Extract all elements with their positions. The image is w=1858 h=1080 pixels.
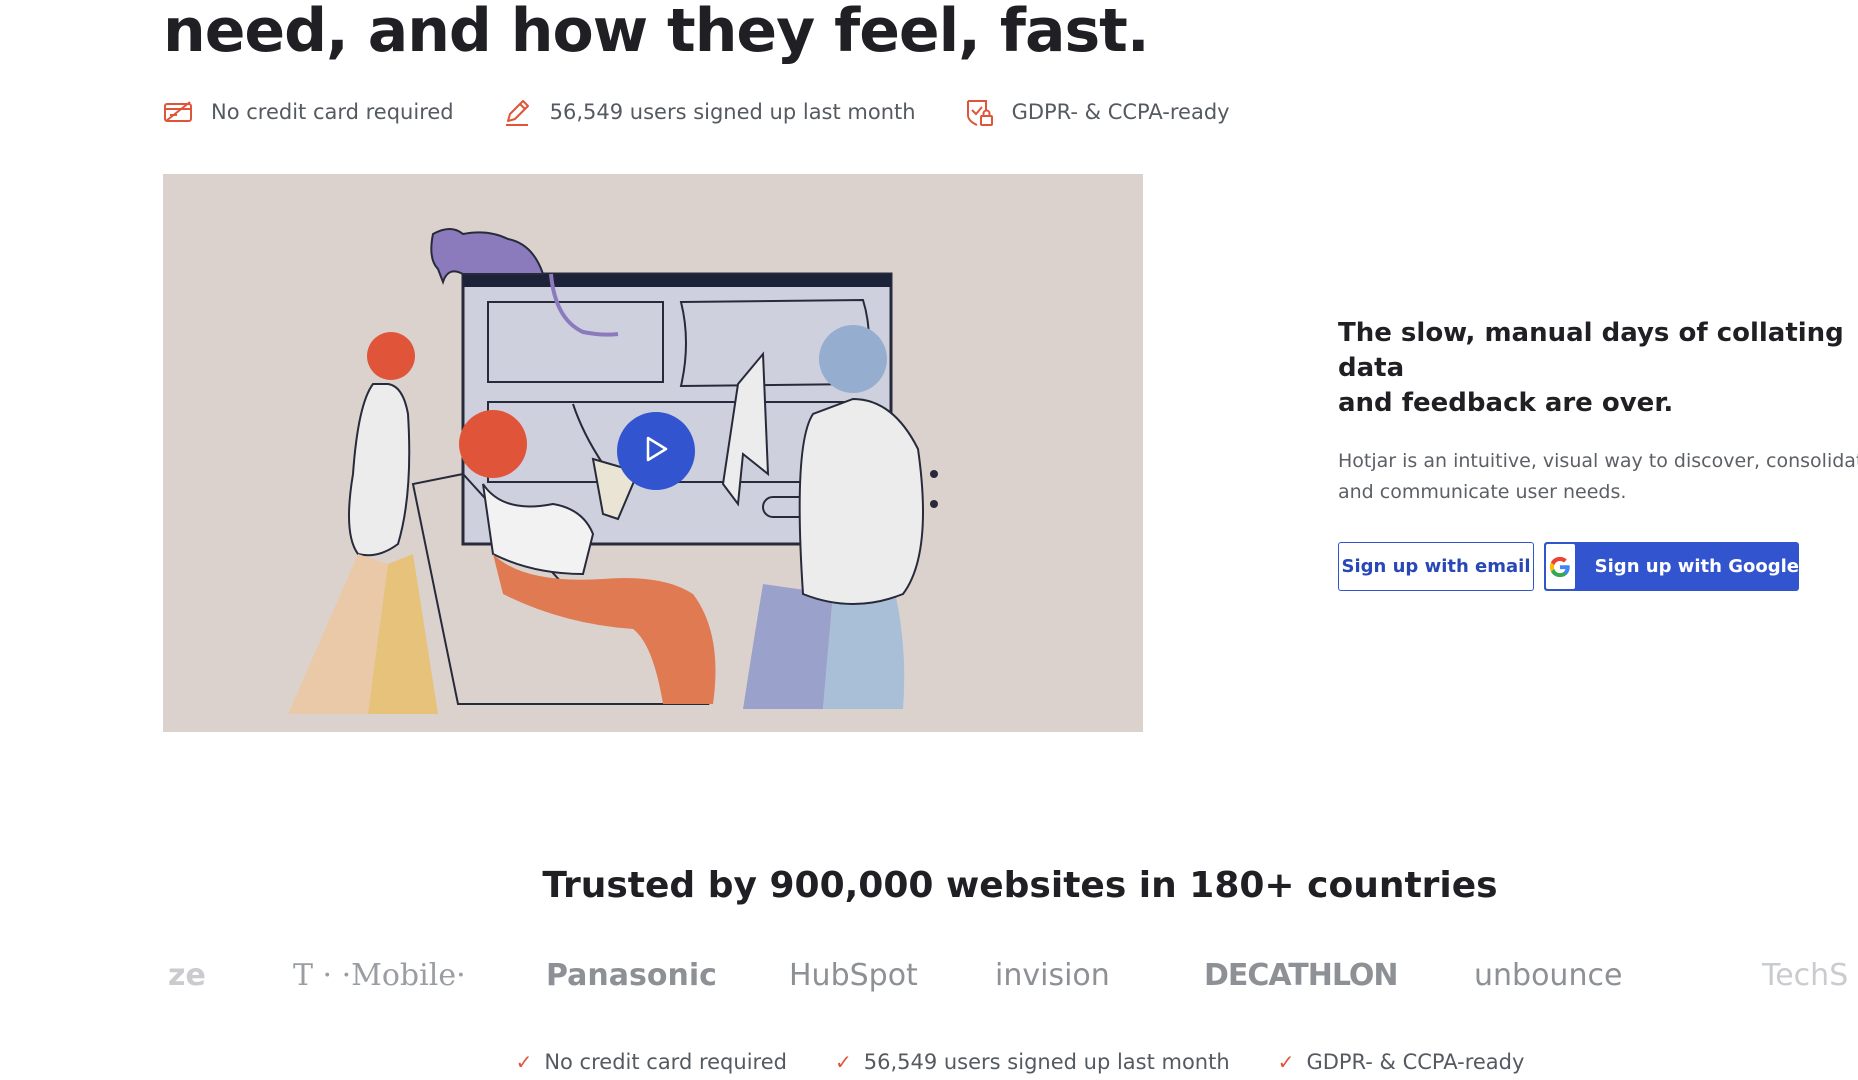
sign-up-google-button[interactable]: Sign up with Google	[1544, 542, 1799, 591]
sign-up-google-label: Sign up with Google	[1594, 556, 1799, 577]
video-play-button[interactable]	[617, 412, 695, 490]
customer-logo-strip: ze T · ·Mobile· Panasonic HubSpot invisi…	[0, 950, 1858, 1010]
logo-invision: invision	[995, 958, 1110, 993]
side-title: The slow, manual days of collating data …	[1338, 316, 1858, 421]
badge-label: GDPR- & CCPA-ready	[1011, 100, 1230, 124]
badge-no-credit-card: No credit card required	[163, 97, 454, 127]
side-subtitle-line: and communicate user needs.	[1338, 481, 1627, 503]
pencil-icon	[502, 97, 532, 127]
footer-badge-label: No credit card required	[544, 1050, 787, 1074]
logo-t-mobile: T · ·Mobile·	[293, 958, 466, 993]
google-icon	[1546, 544, 1575, 589]
footer-badges: ✓ No credit card required ✓ 56,549 users…	[0, 1050, 1858, 1074]
check-icon: ✓	[1277, 1050, 1295, 1074]
footer-badge: ✓ GDPR- & CCPA-ready	[1278, 1050, 1525, 1074]
side-subtitle: Hotjar is an intuitive, visual way to di…	[1338, 446, 1858, 508]
badge-gdpr: GDPR- & CCPA-ready	[964, 97, 1230, 127]
hero-headline: need, and how they feel, fast.	[163, 0, 1150, 66]
play-icon	[643, 435, 669, 467]
side-subtitle-line: Hotjar is an intuitive, visual way to di…	[1338, 450, 1858, 472]
hero-video[interactable]	[163, 174, 1143, 732]
signup-buttons: Sign up with email Sign up with Google	[1338, 542, 1799, 591]
credit-card-slash-icon	[163, 97, 193, 127]
footer-badge-label: GDPR- & CCPA-ready	[1306, 1050, 1525, 1074]
logo-unbounce: unbounce	[1474, 958, 1623, 993]
logo-partial-left: ze	[168, 958, 206, 993]
badge-label: 56,549 users signed up last month	[549, 100, 916, 124]
side-copy: The slow, manual days of collating data …	[1338, 316, 1858, 508]
logo-hubspot: HubSpot	[789, 958, 918, 993]
footer-badge: ✓ 56,549 users signed up last month	[835, 1050, 1230, 1074]
trusted-title: Trusted by 900,000 websites in 180+ coun…	[542, 865, 1498, 906]
shield-lock-icon	[964, 97, 994, 127]
side-title-line: and feedback are over.	[1338, 388, 1674, 418]
logo-panasonic: Panasonic	[546, 958, 717, 993]
check-icon: ✓	[515, 1050, 533, 1074]
badge-users-signed-up: 56,549 users signed up last month	[502, 97, 916, 127]
check-icon: ✓	[834, 1050, 852, 1074]
logo-partial-right: TechS	[1762, 958, 1849, 993]
hero-badges: No credit card required 56,549 users sig…	[163, 95, 1278, 129]
footer-badge-label: 56,549 users signed up last month	[863, 1050, 1230, 1074]
logo-decathlon: DECATHLON	[1204, 958, 1399, 993]
sign-up-email-button[interactable]: Sign up with email	[1338, 542, 1534, 591]
side-title-line: The slow, manual days of collating data	[1338, 318, 1844, 383]
badge-label: No credit card required	[211, 100, 454, 124]
footer-badge: ✓ No credit card required	[516, 1050, 787, 1074]
